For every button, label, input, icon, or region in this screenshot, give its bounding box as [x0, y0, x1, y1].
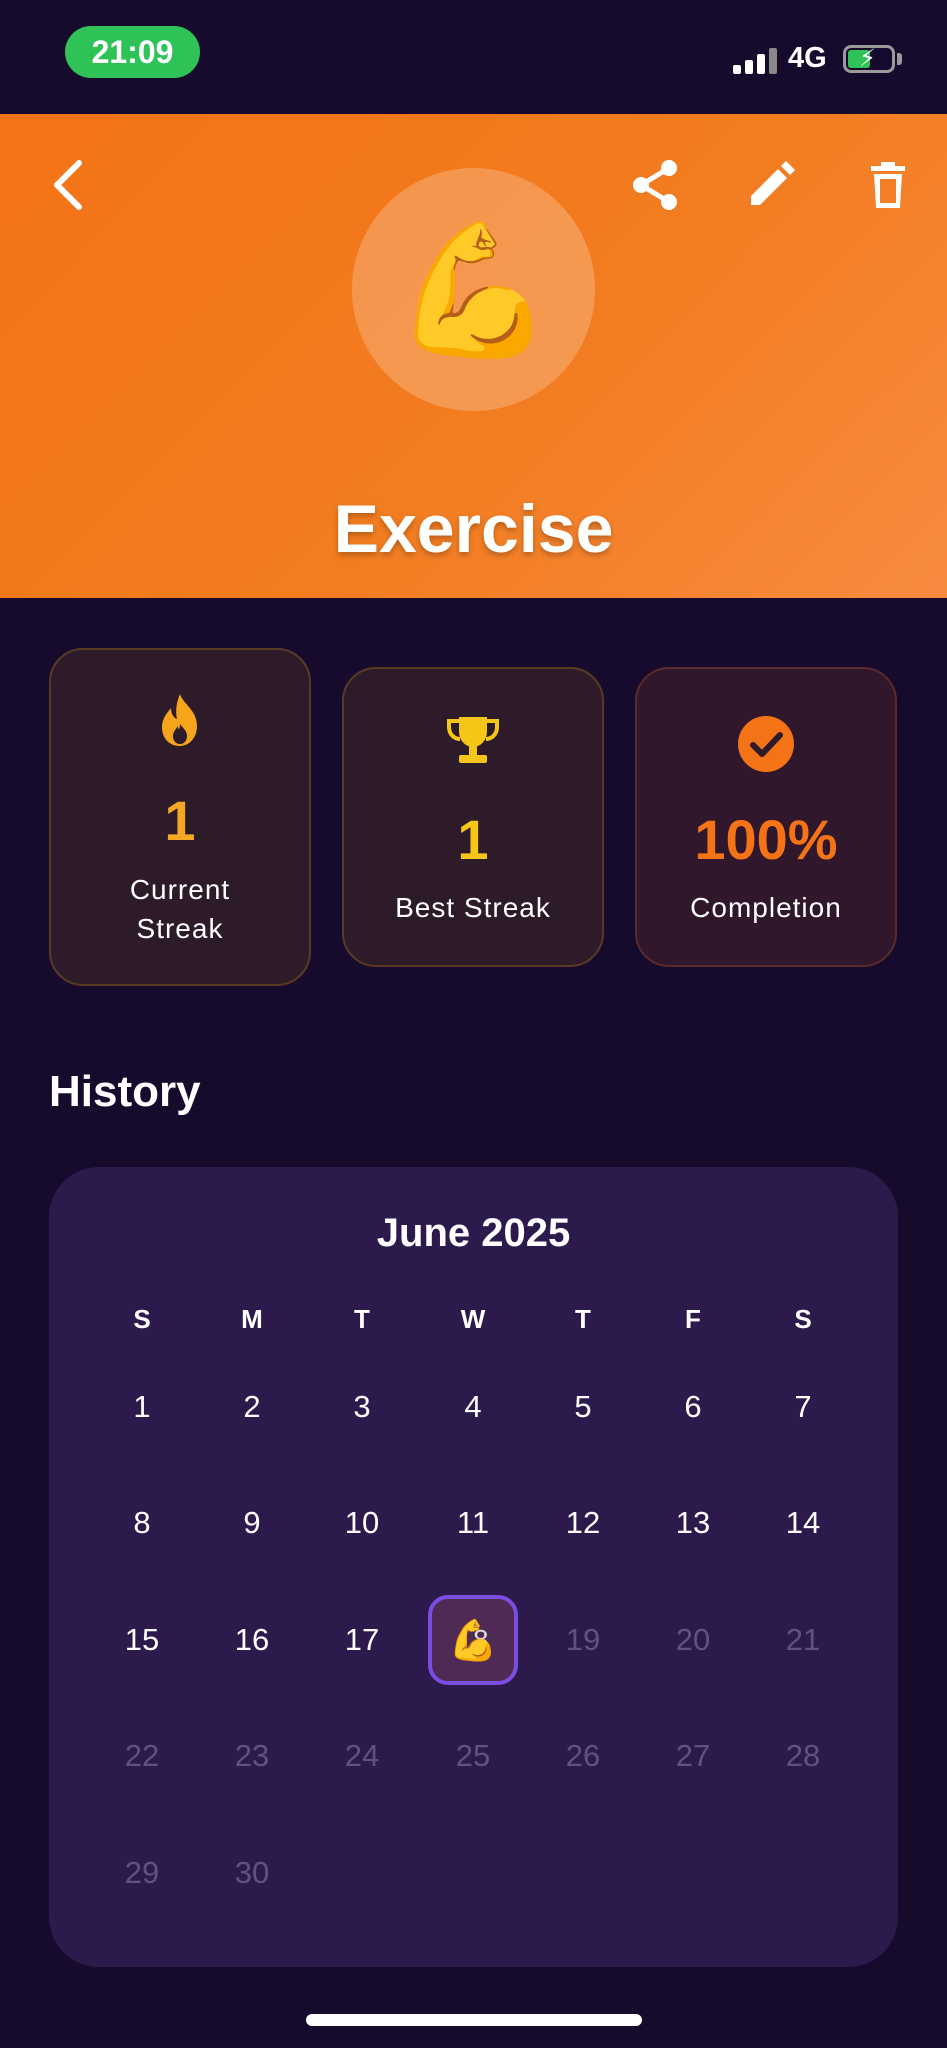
habit-emoji: 💪	[392, 216, 555, 363]
calendar-day-28[interactable]: 28	[758, 1711, 848, 1801]
current-streak-label: Current Streak	[129, 874, 231, 944]
completion-label: Completion	[690, 892, 842, 923]
network-type: 4G	[788, 42, 827, 74]
battery-icon: ⚡	[843, 45, 895, 73]
history-heading: History	[49, 1067, 201, 1116]
best-streak-card: 1 Best Streak	[342, 667, 604, 967]
completed-emoji: 💪	[448, 1618, 498, 1663]
calendar-day-17[interactable]: 17	[317, 1595, 407, 1685]
calendar-day-8[interactable]: 8	[97, 1478, 187, 1568]
flame-icon	[162, 694, 197, 746]
weekday-header: S	[133, 1304, 151, 1334]
calendar-day-20[interactable]: 20	[648, 1595, 738, 1685]
calendar-day-1[interactable]: 1	[97, 1362, 187, 1452]
trophy-icon	[447, 717, 499, 763]
edit-pencil-icon	[751, 161, 795, 205]
habit-detail-screen: 21:09 4G ⚡ 💪 Exercise 1 Current Streak 1…	[0, 0, 947, 2048]
calendar-day-24[interactable]: 24	[317, 1711, 407, 1801]
calendar-day-7[interactable]: 7	[758, 1362, 848, 1452]
weekday-header: M	[241, 1304, 263, 1334]
weekday-header: S	[794, 1304, 812, 1334]
calendar-day-16[interactable]: 16	[207, 1595, 297, 1685]
calendar-day-5[interactable]: 5	[538, 1362, 628, 1452]
calendar-day-9[interactable]: 9	[207, 1478, 297, 1568]
weekday-header: W	[460, 1304, 486, 1334]
calendar-day-14[interactable]: 14	[758, 1478, 848, 1568]
delete-button[interactable]	[858, 155, 918, 215]
best-streak-value: 1	[457, 808, 489, 871]
share-button[interactable]	[625, 155, 685, 215]
trash-icon	[871, 162, 905, 208]
calendar-day-27[interactable]: 27	[648, 1711, 738, 1801]
status-time[interactable]: 21:09	[65, 26, 200, 78]
calendar-day-19[interactable]: 19	[538, 1595, 628, 1685]
calendar-day-18[interactable]: 18 💪	[428, 1595, 518, 1685]
calendar-day-15[interactable]: 15	[97, 1595, 187, 1685]
weekday-header: T	[575, 1304, 591, 1334]
calendar-day-25[interactable]: 25	[428, 1711, 518, 1801]
calendar-month-title: June 2025	[376, 1211, 571, 1255]
calendar-day-6[interactable]: 6	[648, 1362, 738, 1452]
calendar-day-2[interactable]: 2	[207, 1362, 297, 1452]
habit-emoji-circle: 💪	[352, 168, 595, 411]
best-streak-label: Best Streak	[395, 892, 551, 923]
calendar-day-21[interactable]: 21	[758, 1595, 848, 1685]
calendar-day-12[interactable]: 12	[538, 1478, 628, 1568]
history-calendar: June 2025 S M T W T F S 1 2 3 4 5 6 7 8 9 10 11 12 13 14 15 16…	[49, 1167, 898, 1967]
calendar-day-26[interactable]: 26	[538, 1711, 628, 1801]
share-icon	[633, 160, 677, 210]
calendar-day-11[interactable]: 11	[428, 1478, 518, 1568]
weekday-header: F	[685, 1304, 701, 1334]
current-streak-card: 1 Current Streak	[49, 648, 311, 986]
completion-value: 100%	[694, 808, 838, 871]
habit-title: Exercise	[333, 491, 614, 567]
status-bar: 21:09 4G ⚡	[0, 0, 947, 114]
back-button[interactable]	[38, 155, 98, 215]
cellular-signal-icon	[733, 48, 777, 74]
calendar-day-10[interactable]: 10	[317, 1478, 407, 1568]
calendar-day-13[interactable]: 13	[648, 1478, 738, 1568]
edit-button[interactable]	[741, 155, 801, 215]
habit-header: 💪 Exercise	[0, 114, 947, 598]
back-arrow-icon	[54, 160, 82, 210]
home-indicator[interactable]	[306, 2014, 642, 2026]
completion-card: 100% Completion	[635, 667, 897, 967]
battery-cap	[897, 53, 902, 65]
calendar-day-3[interactable]: 3	[317, 1362, 407, 1452]
calendar-day-30[interactable]: 30	[207, 1828, 297, 1918]
calendar-day-4[interactable]: 4	[428, 1362, 518, 1452]
current-streak-value: 1	[164, 789, 196, 852]
calendar-day-23[interactable]: 23	[207, 1711, 297, 1801]
check-circle-icon	[738, 716, 794, 772]
calendar-day-22[interactable]: 22	[97, 1711, 187, 1801]
weekday-header: T	[354, 1304, 370, 1334]
calendar-day-29[interactable]: 29	[97, 1828, 187, 1918]
